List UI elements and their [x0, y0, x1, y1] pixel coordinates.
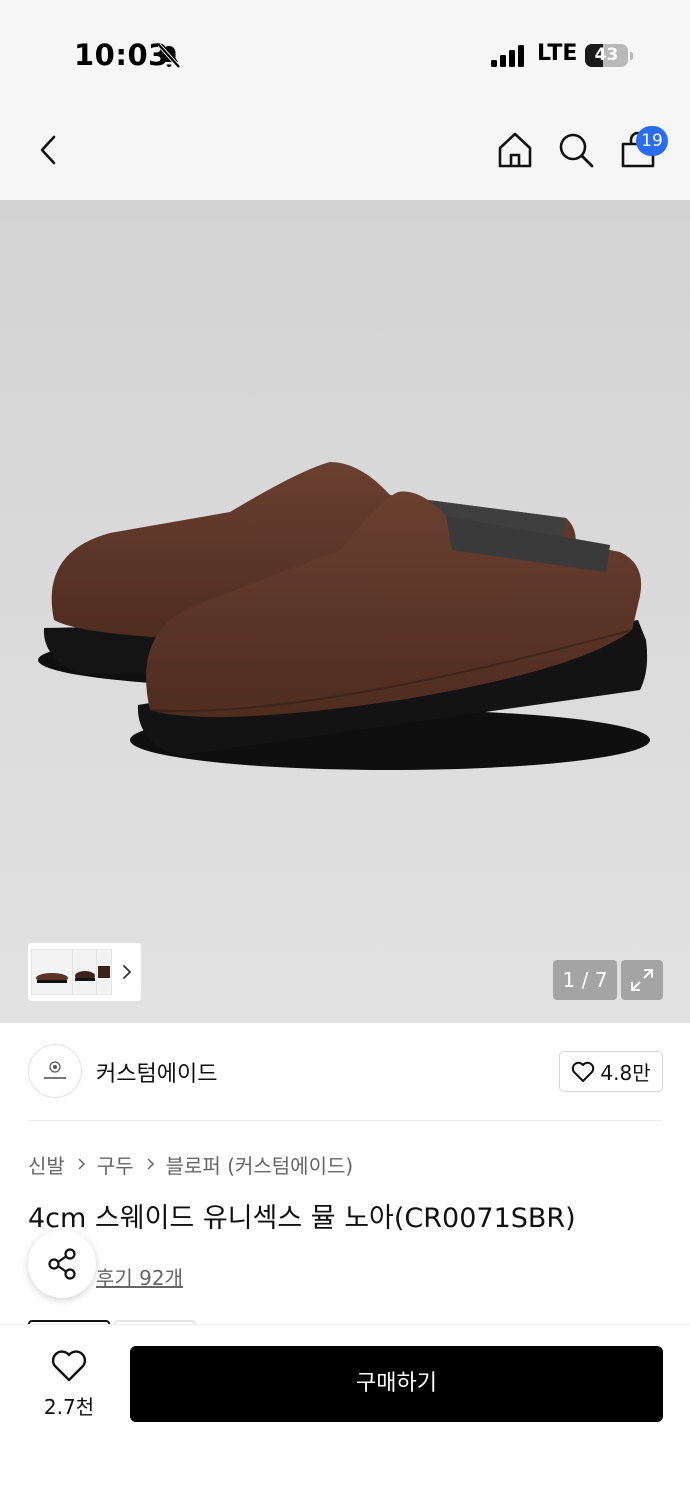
thumbnail[interactable] — [72, 949, 98, 995]
product-image-carousel[interactable]: 1 / 7 — [0, 200, 690, 1023]
brand-like-button[interactable]: 4.8만 — [559, 1051, 663, 1092]
battery-icon: 43 — [585, 44, 628, 67]
breadcrumb-item[interactable]: 구두 — [97, 1150, 134, 1179]
expand-icon — [631, 969, 653, 991]
expand-button[interactable] — [621, 960, 663, 1000]
home-button[interactable] — [491, 126, 539, 174]
top-nav — [0, 100, 690, 200]
bottom-action-bar: 2.7천 구매하기 — [0, 1324, 690, 1500]
wish-count: 2.7천 — [43, 1395, 95, 1419]
status-bar: 10:03 LTE 43 — [0, 0, 690, 100]
divider — [28, 1120, 663, 1121]
search-icon — [559, 133, 594, 168]
buy-button[interactable]: 구매하기 — [130, 1346, 663, 1422]
page-indicator: 1 / 7 — [553, 960, 617, 1000]
thumbnail[interactable] — [31, 949, 73, 995]
product-title: 4cm 스웨이드 유니섹스 뮬 노아(CR0071SBR) — [28, 1203, 576, 1234]
chevron-right-icon — [147, 1158, 154, 1170]
thumbnail-image — [98, 966, 110, 978]
brand-name[interactable]: 커스텀에이드 — [96, 1056, 217, 1088]
signal-icon — [491, 45, 524, 67]
home-icon — [498, 132, 532, 168]
thumbnail[interactable] — [96, 949, 112, 995]
thumbnail-strip[interactable] — [28, 943, 141, 1001]
brand-logo-mark — [44, 1061, 66, 1079]
share-icon — [48, 1248, 76, 1280]
network-label: LTE — [537, 41, 578, 66]
back-button[interactable] — [24, 126, 72, 174]
cart-badge: 19 — [636, 126, 668, 156]
search-button[interactable] — [552, 126, 600, 174]
brand-logo[interactable] — [28, 1044, 82, 1098]
battery-percent: 43 — [594, 45, 619, 65]
thumbnail-image — [75, 971, 95, 981]
heart-icon — [51, 1350, 87, 1382]
brand-like-count: 4.8만 — [600, 1061, 651, 1085]
wish-button[interactable]: 2.7천 — [28, 1349, 110, 1421]
chevron-left-icon — [40, 135, 56, 165]
product-photo — [38, 462, 650, 770]
chevron-right-icon — [78, 1158, 85, 1170]
status-time: 10:03 — [74, 38, 169, 72]
review-link[interactable]: 후기 92개 — [96, 1262, 183, 1291]
breadcrumb: 신발 구두 블로퍼 (커스텀에이드) — [28, 1150, 353, 1178]
share-button[interactable] — [28, 1230, 96, 1298]
breadcrumb-item[interactable]: 신발 — [28, 1150, 65, 1179]
bell-slash-icon — [157, 43, 181, 69]
battery-cap — [630, 52, 633, 60]
thumbnail-image — [36, 973, 68, 983]
chevron-right-icon[interactable] — [120, 963, 134, 981]
heart-icon — [572, 1061, 595, 1082]
breadcrumb-item[interactable]: 블로퍼 (커스텀에이드) — [166, 1150, 354, 1179]
